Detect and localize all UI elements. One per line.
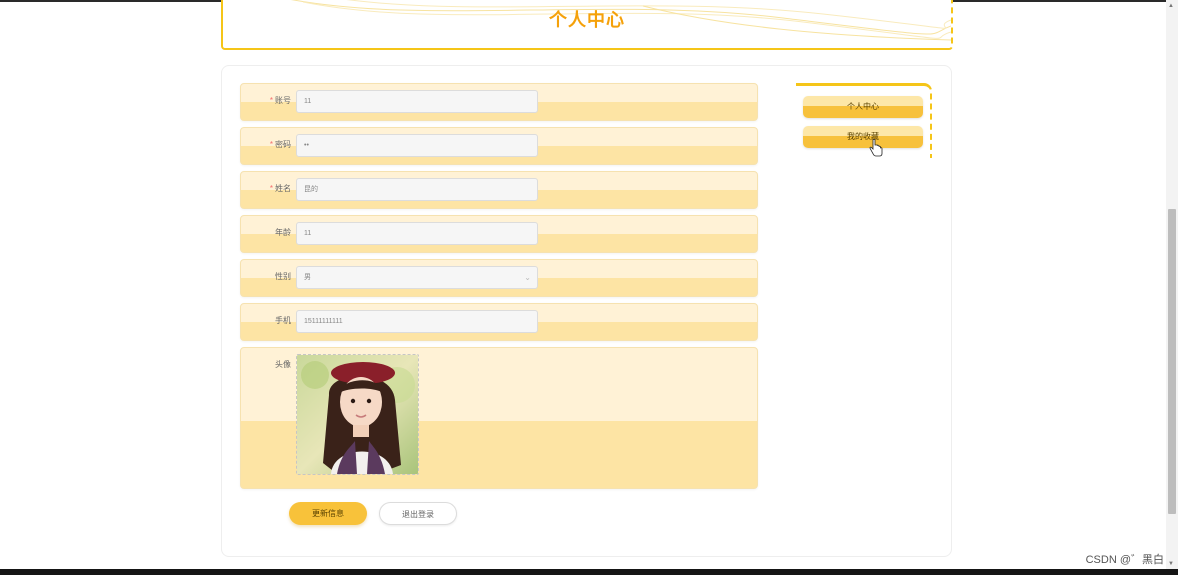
age-input[interactable]: 11	[296, 222, 538, 245]
form-row-age: 年龄 11	[240, 215, 758, 253]
avatar-label: 头像	[275, 360, 291, 369]
phone-label: 手机	[275, 316, 291, 325]
account-label: * 账号	[269, 96, 291, 105]
password-label: * 密码	[269, 140, 291, 149]
csdn-watermark: CSDN @゛黑白	[1085, 554, 1164, 566]
age-label: 年龄	[275, 228, 291, 237]
logout-button[interactable]: 退出登录	[379, 502, 457, 525]
password-input[interactable]: ••	[296, 134, 538, 157]
form-row-account: * 账号 11	[240, 83, 758, 121]
gender-select[interactable]: 男 ⌄	[296, 266, 538, 289]
scroll-down-arrow-icon[interactable]: ▼	[1168, 561, 1174, 567]
side-menu-profile[interactable]: 个人中心	[803, 96, 923, 118]
gender-select-value: 男	[304, 274, 311, 281]
avatar-upload[interactable]	[296, 354, 419, 475]
chevron-down-icon: ⌄	[524, 273, 531, 282]
page-title: 个人中心	[549, 10, 625, 30]
form-row-gender: 性别 男 ⌄	[240, 259, 758, 297]
form-row-avatar: 头像	[240, 347, 758, 489]
scrollbar-thumb[interactable]	[1168, 209, 1176, 514]
phone-input[interactable]: 15111111111	[296, 310, 538, 333]
scroll-up-arrow-icon[interactable]: ▲	[1168, 3, 1174, 9]
name-label: * 姓名	[269, 184, 291, 193]
form-row-password: * 密码 ••	[240, 127, 758, 165]
account-input[interactable]: 11	[296, 90, 538, 113]
window-bottom-bar	[0, 569, 1178, 575]
name-input[interactable]: 昆的	[296, 178, 538, 201]
update-info-button[interactable]: 更新信息	[289, 502, 367, 525]
page-header-banner: 个人中心	[221, 0, 953, 50]
hand-cursor-icon	[869, 139, 883, 157]
side-menu-favorites[interactable]: 我的收藏	[803, 126, 923, 148]
gender-label: 性别	[275, 272, 291, 281]
avatar-photo	[297, 355, 418, 474]
form-row-phone: 手机 15111111111	[240, 303, 758, 341]
form-row-name: * 姓名 昆的	[240, 171, 758, 209]
